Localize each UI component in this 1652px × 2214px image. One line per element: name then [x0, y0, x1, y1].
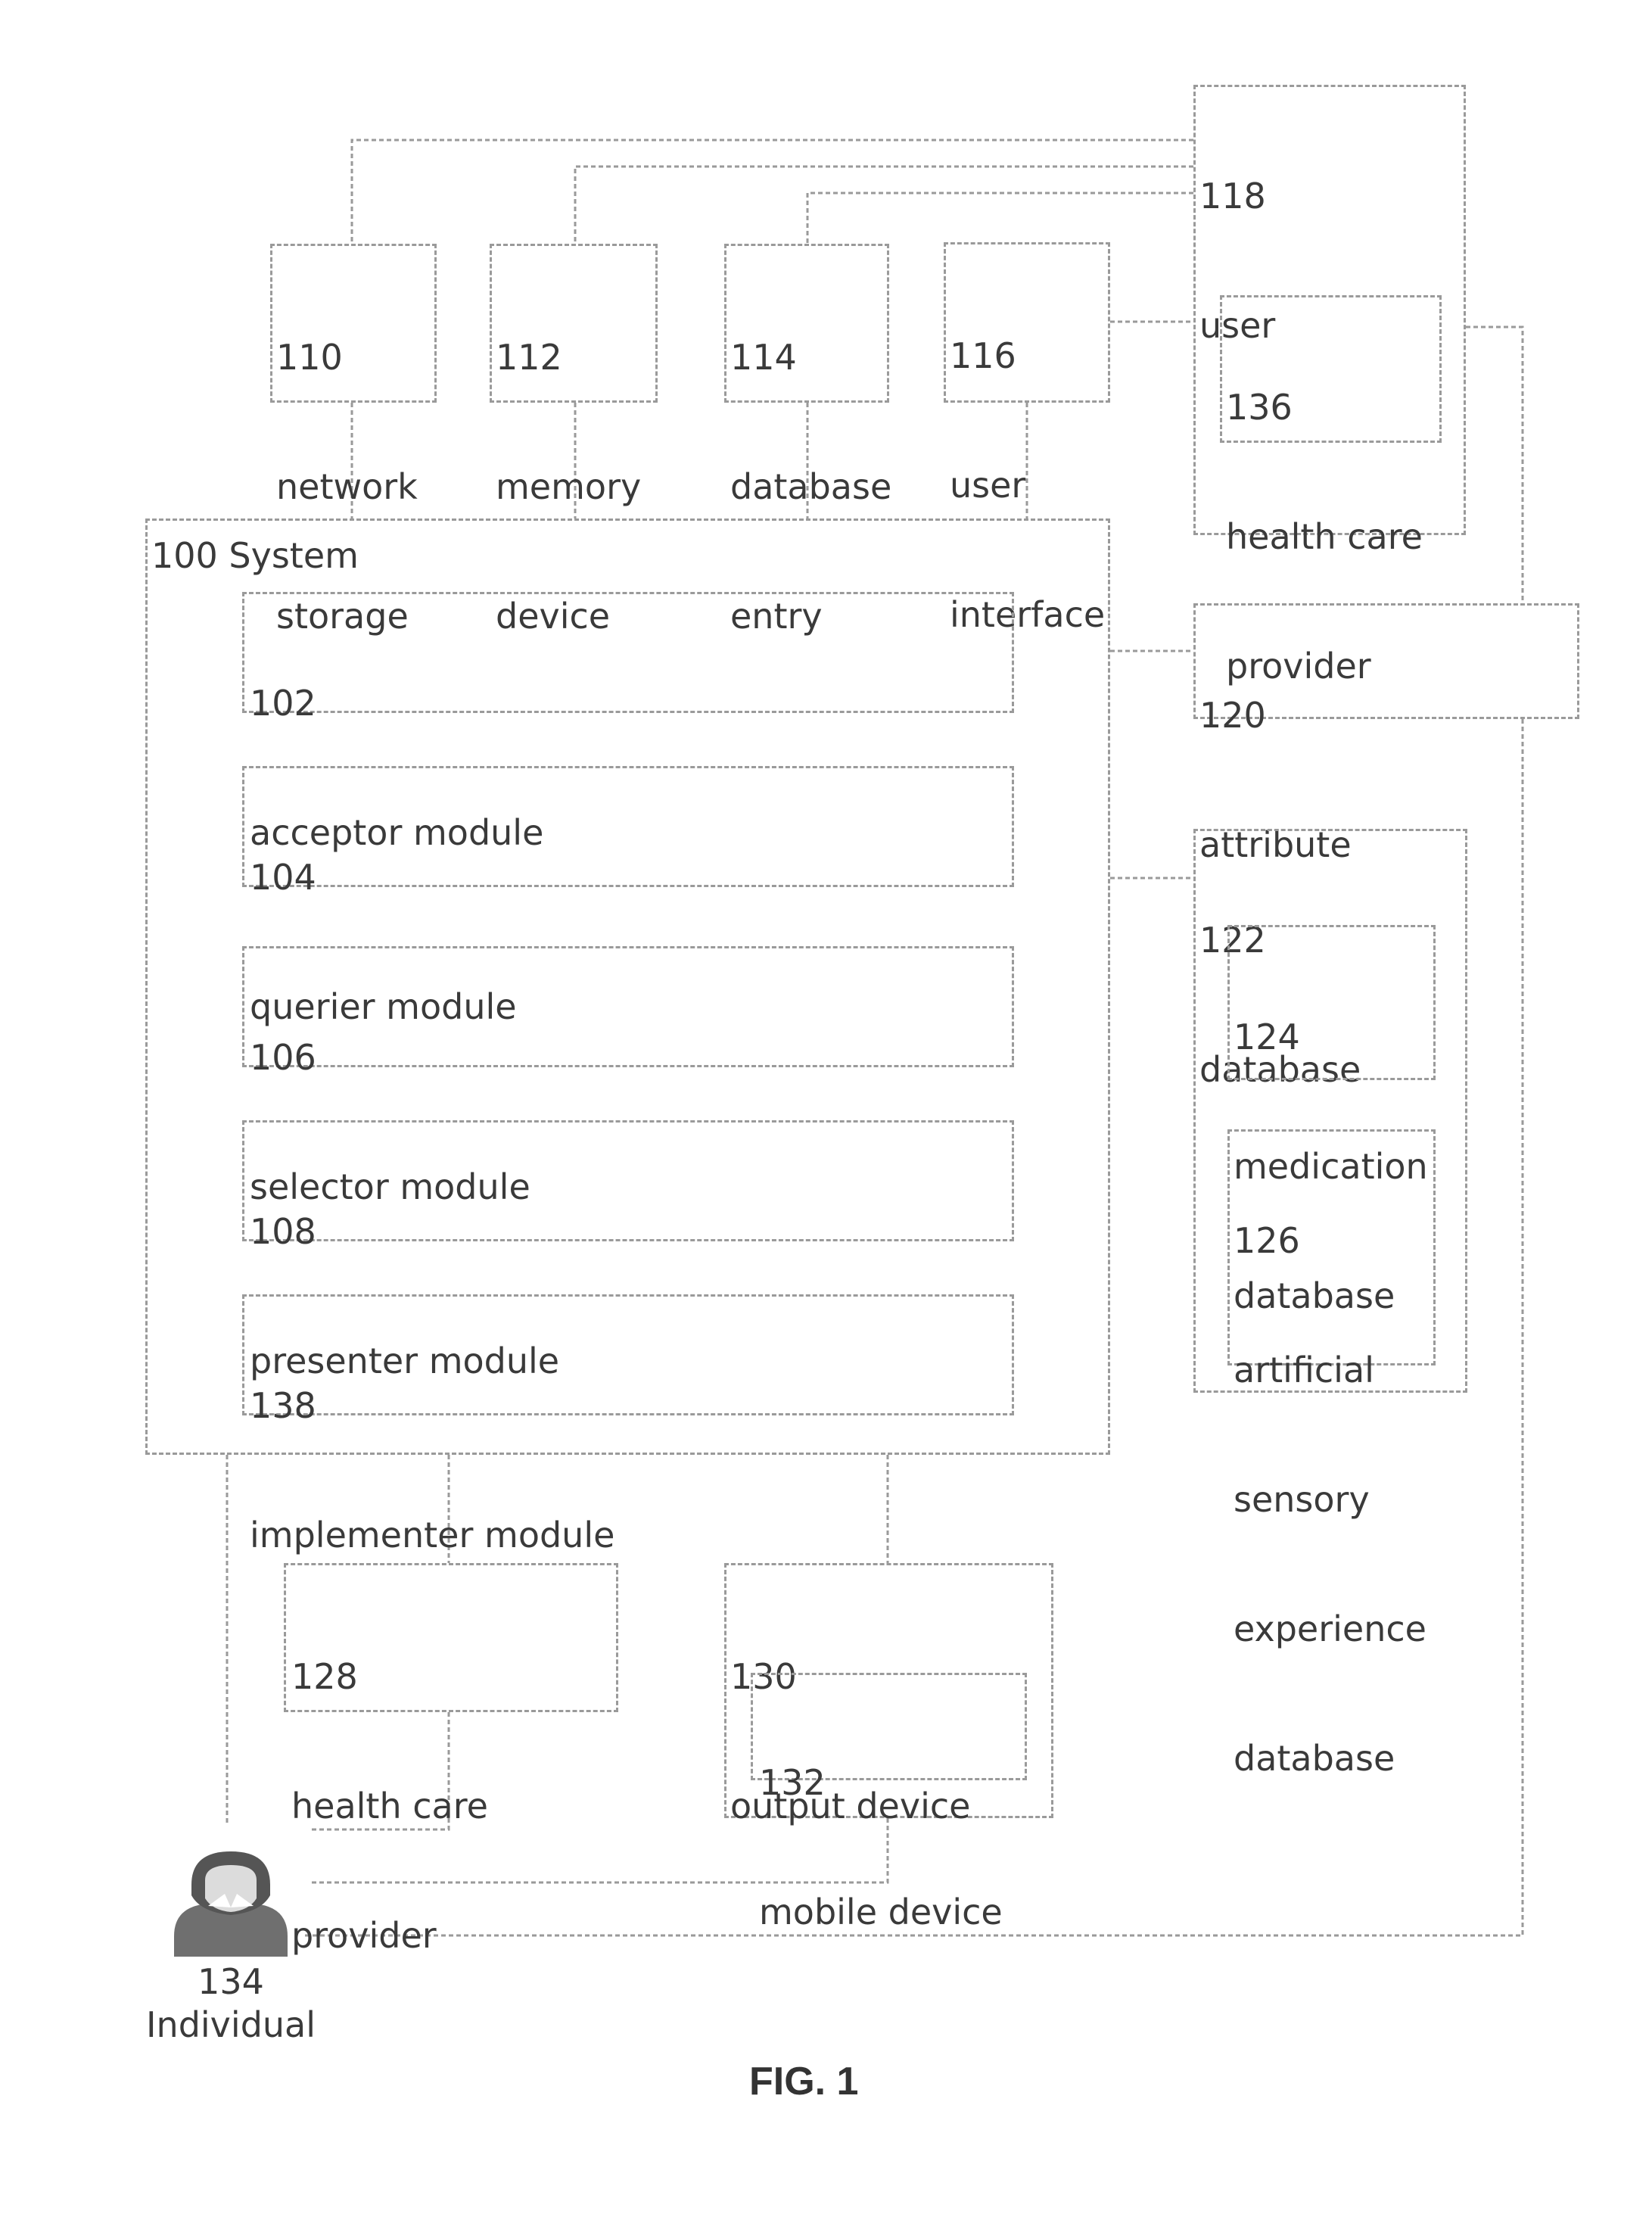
selector-module-number: 106 — [250, 1036, 530, 1079]
artificial-sensory-database-label: 126 artificial sensory experience databa… — [1234, 1133, 1426, 1867]
acceptor-module-number: 102 — [250, 682, 543, 725]
link-user-attribute — [1466, 327, 1523, 603]
mobile-device-label: 132 mobile device — [759, 1675, 1003, 2020]
database-entry-line1: database — [730, 466, 891, 509]
individual-number: 134 — [144, 1960, 318, 2004]
network-storage-line1: network — [276, 466, 418, 509]
user-interface-line1: user — [950, 464, 1105, 507]
querier-module-number: 104 — [250, 856, 517, 899]
patent-figure: 118 user 136 health care provider 110 ne… — [0, 0, 1652, 2214]
individual-label: 134 Individual — [144, 1960, 318, 2047]
system-label: 100 System — [151, 534, 359, 578]
individual-person-icon — [170, 1847, 291, 1960]
implementer-module-text: implementer module — [250, 1514, 614, 1557]
mobile-device-text: mobile device — [759, 1891, 1003, 1934]
figure-caption: FIG. 1 — [749, 2059, 858, 2104]
asd-line4: database — [1234, 1737, 1426, 1780]
individual-text: Individual — [144, 2004, 318, 2047]
attribute-number: 120 — [1199, 694, 1352, 737]
user-number: 118 — [1199, 175, 1275, 218]
presenter-module-number: 108 — [250, 1210, 559, 1253]
network-storage-number: 110 — [276, 336, 418, 379]
hcp136-line1: health care — [1226, 515, 1423, 559]
memory-device-line1: memory — [496, 466, 641, 509]
hcp128-number: 128 — [291, 1655, 488, 1699]
asd-number: 126 — [1234, 1219, 1426, 1263]
memory-device-number: 112 — [496, 336, 641, 379]
link-user-memory-device — [575, 167, 1193, 244]
health-care-provider-128-label: 128 health care provider — [291, 1569, 488, 2044]
database-entry-number: 114 — [730, 336, 891, 379]
medication-database-number: 124 — [1234, 1016, 1428, 1059]
hcp128-line1: health care — [291, 1785, 488, 1828]
user-interface-number: 116 — [950, 335, 1105, 378]
asd-line2: sensory — [1234, 1478, 1426, 1521]
link-user-database-entry — [807, 193, 1193, 244]
link-user-network-storage — [352, 140, 1193, 244]
asd-line3: experience — [1234, 1608, 1426, 1651]
asd-line1: artificial — [1234, 1349, 1426, 1392]
hcp128-line2: provider — [291, 1914, 488, 1957]
hcp136-number: 136 — [1226, 386, 1423, 429]
implementer-module-number: 138 — [250, 1384, 614, 1428]
mobile-device-number: 132 — [759, 1761, 1003, 1805]
